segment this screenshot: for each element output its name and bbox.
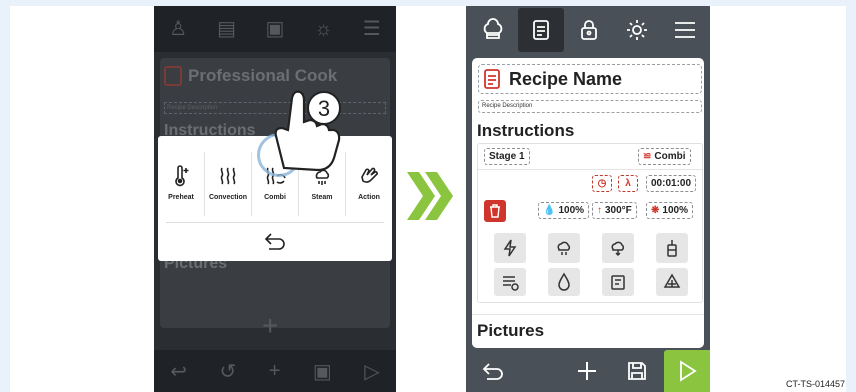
- back-arrow-icon[interactable]: [263, 231, 287, 251]
- option-preheat[interactable]: Preheat: [158, 152, 205, 216]
- option-label: Preheat: [168, 194, 194, 201]
- action-grid-button[interactable]: [548, 233, 580, 263]
- probe-icon: λ: [625, 178, 631, 189]
- section-divider: [472, 314, 704, 315]
- option-convection[interactable]: Convection: [205, 152, 252, 216]
- steam-inject-icon: [557, 241, 571, 255]
- add-icon: +: [268, 359, 281, 382]
- recipe-title: Recipe Name: [509, 68, 623, 89]
- recipe-book-icon: [484, 69, 500, 89]
- recipe-book-icon: [164, 66, 182, 86]
- probe-mode-button[interactable]: λ: [618, 175, 638, 192]
- action-grid-button[interactable]: [548, 268, 580, 296]
- save-icon: ▣: [312, 360, 332, 383]
- brightness-button[interactable]: [614, 8, 660, 52]
- fan-value: 100%: [662, 205, 688, 216]
- option-label: Steam: [311, 194, 333, 201]
- recipe-card: Recipe Name Recipe Description Instructi…: [472, 58, 704, 348]
- start-button[interactable]: [664, 350, 710, 392]
- plus-icon: [578, 362, 596, 380]
- menu-icon: [675, 22, 695, 38]
- play-icon: ▷: [364, 360, 380, 383]
- action-grid-button[interactable]: [656, 268, 688, 296]
- back-icon: ↩: [170, 360, 187, 383]
- save-icon: [628, 362, 646, 380]
- smoke-icon: [503, 276, 519, 291]
- thermometer-icon: ↑: [597, 205, 602, 216]
- fan-icon: ❋: [651, 205, 660, 216]
- popup-divider: [166, 222, 384, 223]
- recipe-book-icon: [533, 20, 549, 40]
- recipe-description-field[interactable]: Recipe Description: [478, 100, 702, 113]
- mode-label: Combi: [654, 151, 686, 162]
- pictures-heading: Pictures: [477, 321, 545, 340]
- add-button[interactable]: [564, 350, 610, 392]
- temperature-setting[interactable]: ↑ 300°F: [592, 202, 637, 219]
- option-label: Convection: [208, 194, 248, 201]
- stage-divider: [478, 169, 702, 170]
- fan-setting[interactable]: ❋ 100%: [646, 202, 693, 219]
- recipe-icon: ▤: [217, 18, 237, 40]
- dim-add-icon: +: [262, 310, 279, 341]
- undo-icon: ↺: [219, 360, 237, 383]
- brightness-icon: [627, 20, 647, 40]
- dim-bottom-toolbar: ↩ ↺ + ▣ ▷: [154, 350, 396, 392]
- humidity-setting[interactable]: 💧 100%: [538, 202, 590, 219]
- reference-code: CT-TS-014457: [786, 379, 846, 389]
- timer-mode-button[interactable]: ◷: [592, 175, 612, 192]
- brightness-icon: ☼: [314, 18, 333, 40]
- dim-top-toolbar: ♙ ▤ ▣ ☼ ☰: [154, 6, 396, 52]
- clock-icon: ◷: [597, 178, 607, 189]
- thermometer-icon: [175, 165, 189, 187]
- top-toolbar: [466, 6, 710, 54]
- double-chevron-arrow: [407, 172, 453, 220]
- delete-stage-button[interactable]: [484, 200, 506, 222]
- hand-action-icon: [361, 167, 378, 183]
- probe-icon: [667, 240, 677, 257]
- option-label: Combi: [264, 194, 286, 201]
- instructions-heading: Instructions: [477, 121, 575, 140]
- bottom-toolbar: [466, 350, 710, 392]
- mode-selector[interactable]: ≌ Combi: [638, 148, 691, 165]
- stage-block: Stage 1 ≌ Combi ◷ λ 00:01:00 💧 100% ↑ 30…: [477, 143, 703, 303]
- lock-icon: [581, 20, 597, 40]
- humidity-value: 100%: [558, 205, 585, 216]
- save-button[interactable]: [614, 350, 660, 392]
- trash-icon: [490, 204, 500, 218]
- cook-mode-button[interactable]: [470, 8, 516, 52]
- lock-button[interactable]: [566, 8, 612, 52]
- action-grid-button[interactable]: [494, 268, 526, 296]
- back-button[interactable]: [470, 350, 516, 392]
- action-grid-button[interactable]: [602, 233, 634, 263]
- time-value[interactable]: 00:01:00: [646, 175, 697, 192]
- fan-icon: [663, 273, 681, 288]
- step-number: 3: [318, 96, 330, 121]
- temperature-value: 300°F: [605, 205, 632, 216]
- recipe-title-field[interactable]: Recipe Name: [478, 64, 702, 94]
- menu-icon: ☰: [362, 18, 381, 40]
- droplet-icon: 💧: [543, 205, 556, 216]
- play-icon: [680, 360, 697, 382]
- recipe-button[interactable]: [518, 8, 564, 52]
- convection-icon: [220, 167, 236, 185]
- recipe-icon: [611, 275, 625, 290]
- stage-label[interactable]: Stage 1: [484, 148, 530, 165]
- action-grid-button[interactable]: [494, 233, 526, 263]
- chef-hat-icon: ♙: [169, 18, 188, 40]
- right-phone-screen: Recipe Name Recipe Description Instructi…: [466, 6, 710, 392]
- action-grid-button[interactable]: [656, 233, 688, 263]
- chef-hat-icon: [483, 18, 503, 39]
- vent-icon: [611, 241, 625, 257]
- option-label: Action: [358, 194, 380, 201]
- menu-button[interactable]: [662, 8, 708, 52]
- humidity-icon: [558, 272, 570, 291]
- back-arrow-icon: [482, 363, 503, 380]
- lightning-icon: [503, 239, 517, 257]
- action-grid-button[interactable]: [602, 268, 634, 296]
- pointing-hand-icon: 3: [274, 90, 341, 172]
- lock-icon: ▣: [265, 18, 285, 40]
- combi-icon: ≌: [643, 151, 652, 162]
